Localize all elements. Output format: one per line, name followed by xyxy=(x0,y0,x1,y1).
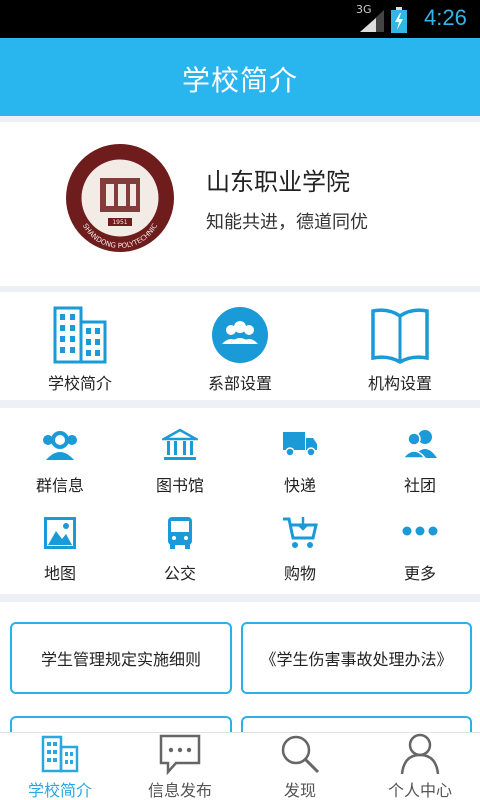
building-icon xyxy=(53,306,107,364)
truck-icon xyxy=(283,432,317,457)
service-map[interactable]: 地图 xyxy=(0,500,120,586)
service-label: 图书馆 xyxy=(155,476,204,495)
service-bus[interactable]: 公交 xyxy=(120,500,240,586)
service-label: 购物 xyxy=(283,564,316,583)
main-menu: 学校简介 系部设置 机构设置 xyxy=(0,292,480,400)
chat-icon xyxy=(159,734,201,775)
people-circle-icon xyxy=(212,307,268,363)
nav-info-publish[interactable]: 信息发布 xyxy=(120,733,240,800)
service-label: 快递 xyxy=(283,476,316,495)
link-student-rules[interactable]: 学生管理规定实施细则 xyxy=(10,622,232,694)
person-icon xyxy=(400,733,440,775)
library-icon xyxy=(162,428,198,460)
school-name: 山东职业学院 xyxy=(206,168,350,196)
bus-icon xyxy=(168,517,192,549)
nav-label: 信息发布 xyxy=(147,781,212,800)
menu-item-school-intro[interactable]: 学校简介 xyxy=(0,292,160,400)
bottom-nav: 学校简介 信息发布 发现 个人中心 xyxy=(0,732,480,800)
status-bar: 3G 4:26 xyxy=(0,0,480,38)
nav-discover[interactable]: 发现 xyxy=(240,733,360,800)
service-label: 社团 xyxy=(403,476,436,495)
title-bar: 学校简介 xyxy=(0,38,480,116)
menu-item-departments[interactable]: 系部设置 xyxy=(160,292,320,400)
battery-icon xyxy=(391,7,407,33)
service-label: 地图 xyxy=(43,564,76,583)
service-group-info[interactable]: 群信息 xyxy=(0,412,120,498)
more-icon xyxy=(402,526,438,536)
menu-item-label: 机构设置 xyxy=(367,374,432,393)
nav-label: 学校简介 xyxy=(27,781,92,800)
service-label: 更多 xyxy=(403,564,436,583)
service-more[interactable]: 更多 xyxy=(360,500,480,586)
link-injury-handling[interactable]: 《学生伤害事故处理办法》 xyxy=(241,622,472,694)
book-icon xyxy=(371,308,429,364)
menu-item-label: 系部设置 xyxy=(207,374,272,393)
service-label: 公交 xyxy=(163,564,196,583)
cart-icon xyxy=(283,517,318,548)
club-icon xyxy=(403,430,437,459)
nav-school-intro[interactable]: 学校简介 xyxy=(0,733,120,800)
service-express[interactable]: 快递 xyxy=(240,412,360,498)
school-motto: 知能共进，德道同优 xyxy=(206,212,368,233)
seal-year: 1951 xyxy=(112,219,127,226)
menu-item-label: 学校简介 xyxy=(47,374,112,393)
school-seal-logo: 1951 SHANDONG POLYTECHNIC xyxy=(66,144,174,252)
service-shopping[interactable]: 购物 xyxy=(240,500,360,586)
nav-label: 个人中心 xyxy=(387,781,452,800)
clock: 4:26 xyxy=(424,5,467,30)
signal-icon xyxy=(360,10,384,32)
services-grid: 群信息 图书馆 快递 社团 地图 公交 购物 更多 xyxy=(0,408,480,594)
map-icon xyxy=(44,517,76,549)
regulation-links: 学生管理规定实施细则 《学生伤害事故处理办法》 xyxy=(0,602,480,736)
building-icon xyxy=(41,735,79,773)
service-label: 群信息 xyxy=(35,476,84,495)
menu-item-organization[interactable]: 机构设置 xyxy=(320,292,480,400)
nav-label: 发现 xyxy=(283,781,316,800)
page-title: 学校简介 xyxy=(181,64,298,97)
school-intro-card[interactable]: 1951 SHANDONG POLYTECHNIC 山东职业学院 知能共进，德道… xyxy=(0,122,480,286)
service-club[interactable]: 社团 xyxy=(360,412,480,498)
service-library[interactable]: 图书馆 xyxy=(120,412,240,498)
search-icon xyxy=(281,735,320,774)
nav-personal-center[interactable]: 个人中心 xyxy=(360,733,480,800)
group-icon xyxy=(43,431,77,460)
